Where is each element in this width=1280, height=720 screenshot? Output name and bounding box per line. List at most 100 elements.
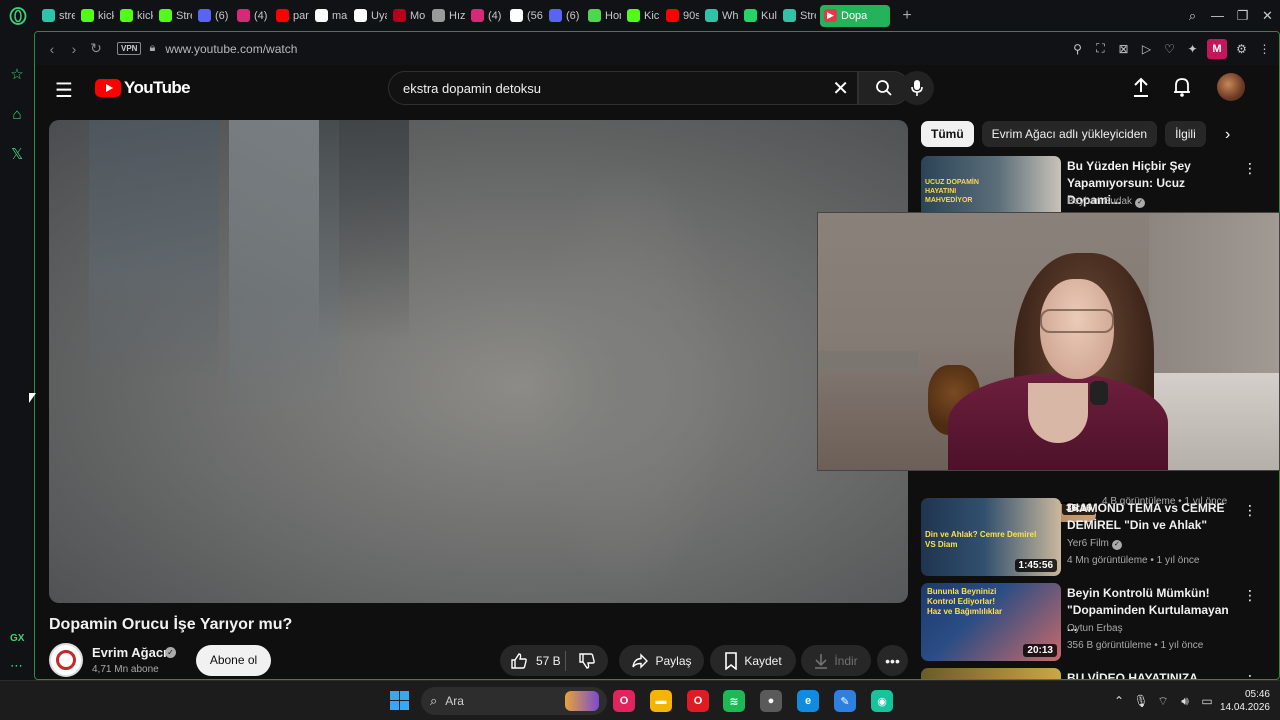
easy-setup-icon[interactable]: ⚙ — [1233, 42, 1250, 56]
lock-icon[interactable]: 🔒︎ — [149, 42, 155, 55]
video-thumbnail[interactable]: Din ve Ahlak? Cemre Demirel VS Diam 1:45… — [921, 498, 1061, 576]
browser-tab[interactable]: 90s — [660, 0, 699, 31]
steam-app[interactable]: ● — [760, 690, 782, 712]
browser-tab[interactable]: Hızl — [426, 0, 465, 31]
browser-tab[interactable]: Mo — [387, 0, 426, 31]
close-window-button[interactable]: ✕ — [1255, 8, 1280, 24]
block-icon[interactable]: ⊠ — [1115, 42, 1132, 56]
browser-tab-active[interactable]: ▶ Dopa — [820, 4, 890, 27]
related-video[interactable]: BU VİDEO HAYATINIZA ŞÜKÜR ⋮ — [921, 668, 1261, 679]
hamburger-menu-icon[interactable]: ☰ — [55, 78, 73, 103]
youtube-logo[interactable]: YouTube — [95, 78, 191, 98]
more-vert-icon[interactable]: ⋮ — [1243, 672, 1257, 679]
reload-button[interactable]: ↻ — [85, 40, 107, 57]
chevron-right-icon[interactable]: › — [1225, 126, 1230, 144]
browser-tab[interactable]: (6) I — [192, 0, 231, 31]
gaming-icon[interactable]: ⌂ — [8, 105, 26, 123]
paint-app[interactable]: ✎ — [834, 690, 856, 712]
chevron-up-icon[interactable]: ⌃ — [1108, 694, 1130, 708]
more-vert-icon[interactable]: ⋮ — [1243, 587, 1257, 604]
browser-tab[interactable]: Stre — [153, 0, 192, 31]
video-thumbnail[interactable]: Bununla Beyninizi Kontrol Ediyorlar! Haz… — [921, 583, 1061, 661]
related-video-title[interactable]: DIAMOND TEMA vs CEMRE DEMİREL "Din ve Ah… — [1067, 500, 1237, 534]
maximize-button[interactable]: ❐ — [1230, 8, 1255, 24]
chip-related[interactable]: İlgili — [1165, 121, 1206, 147]
browser-tab[interactable]: Uya — [348, 0, 387, 31]
related-video[interactable]: Din ve Ahlak? Cemre Demirel VS Diam 1:45… — [921, 498, 1261, 578]
related-video[interactable]: Bununla Beyninizi Kontrol Ediyorlar! Haz… — [921, 583, 1261, 663]
file-explorer-app[interactable]: ▬ — [650, 690, 672, 712]
microphone-icon[interactable]: 🎙︎ — [1130, 694, 1152, 708]
chip-from-channel[interactable]: Evrim Ağacı adlı yükleyiciden — [981, 121, 1158, 147]
extensions-icon[interactable]: ✦ — [1184, 42, 1201, 56]
new-tab-button[interactable]: + — [894, 7, 920, 25]
x-twitter-icon[interactable]: 𝕏 — [8, 145, 26, 163]
taskbar-search[interactable]: ⌕ Ara — [421, 687, 607, 715]
more-actions-button[interactable]: ••• — [877, 645, 908, 676]
dislike-button[interactable] — [566, 652, 608, 670]
more-icon[interactable]: ⋯ — [10, 658, 23, 674]
browser-tab[interactable]: Kul — [738, 0, 777, 31]
opera-app[interactable]: O — [687, 690, 709, 712]
back-button[interactable]: ‹ — [41, 41, 63, 57]
gx-corner-label[interactable]: GX — [10, 633, 24, 644]
clock[interactable]: 05:46 14.04.2026 — [1218, 688, 1280, 714]
browser-tab[interactable]: Wh — [699, 0, 738, 31]
browser-tab[interactable]: stre — [36, 0, 75, 31]
browser-tab[interactable]: Hor — [582, 0, 621, 31]
browser-tab[interactable]: Stre — [777, 0, 816, 31]
notifications-button[interactable] — [1172, 76, 1192, 103]
search-tabs-icon[interactable]: ⌕ — [1180, 8, 1205, 24]
search-input[interactable]: ekstra dopamin detoksu ✕ — [388, 71, 858, 105]
menu-dots-icon[interactable]: ⋮ — [1256, 42, 1273, 56]
channel-name[interactable]: Evrim Ağacı — [92, 645, 167, 660]
pin-icon[interactable]: ⚲ — [1069, 42, 1086, 56]
like-button[interactable]: 57 B — [500, 650, 566, 671]
browser-tab[interactable]: mar — [309, 0, 348, 31]
volume-icon[interactable]: 🔊︎ — [1174, 694, 1196, 709]
twitch-studio-app[interactable]: ◉ — [871, 690, 893, 712]
browser-tab[interactable]: (56) — [504, 0, 543, 31]
channel-avatar[interactable] — [49, 643, 83, 677]
voice-search-button[interactable] — [900, 71, 934, 105]
edge-app[interactable]: e — [797, 690, 819, 712]
video-player[interactable] — [49, 120, 908, 603]
spotify-app[interactable]: ≋ — [723, 690, 745, 712]
browser-tab[interactable]: (4) I — [231, 0, 270, 31]
vpn-badge[interactable]: VPN — [117, 42, 142, 55]
opera-gx-app[interactable]: O — [613, 690, 635, 712]
heart-icon[interactable]: ♡ — [1161, 42, 1178, 56]
player-icon[interactable]: ▷ — [1138, 42, 1155, 56]
browser-tab[interactable]: kick — [114, 0, 153, 31]
video-thumbnail[interactable] — [921, 668, 1061, 679]
wifi-icon[interactable]: ⌔ — [1152, 694, 1174, 709]
star-icon[interactable]: ☆ — [8, 65, 26, 83]
tab-label: Hor — [605, 9, 621, 22]
share-button[interactable]: Paylaş — [619, 645, 704, 676]
windows-start-button[interactable] — [390, 691, 409, 710]
url-field[interactable]: www.youtube.com/watch — [165, 42, 297, 56]
clear-search-icon[interactable]: ✕ — [832, 76, 849, 101]
forward-button[interactable]: › — [63, 41, 85, 57]
download-button[interactable]: İndir — [801, 645, 871, 676]
save-button[interactable]: Kaydet — [710, 645, 796, 676]
more-vert-icon[interactable]: ⋮ — [1243, 160, 1257, 177]
related-video-title[interactable]: BU VİDEO HAYATINIZA ŞÜKÜR — [1067, 670, 1237, 679]
minimize-button[interactable]: — — [1205, 8, 1230, 23]
create-upload-button[interactable] — [1131, 76, 1151, 103]
chip-all[interactable]: Tümü — [921, 121, 974, 147]
browser-tab[interactable]: (4) I — [465, 0, 504, 31]
browser-tab[interactable]: kick — [75, 0, 114, 31]
subscribe-button[interactable]: Abone ol — [196, 645, 271, 676]
browser-tab[interactable]: (6) I — [543, 0, 582, 31]
profile-avatar[interactable]: M — [1207, 38, 1227, 59]
search-query-text[interactable]: ekstra dopamin detoksu — [403, 81, 541, 96]
snapshot-icon[interactable]: ⛶ — [1092, 41, 1109, 56]
battery-icon[interactable]: ▭ — [1196, 694, 1218, 708]
browser-tab[interactable]: Kick — [621, 0, 660, 31]
browser-tab[interactable]: pari — [270, 0, 309, 31]
browser-tab-strip: stre kick kick Stre (6) I (4) I pari mar Uya Mo Hı… — [0, 0, 1280, 31]
account-avatar[interactable] — [1217, 73, 1245, 101]
more-vert-icon[interactable]: ⋮ — [1243, 502, 1257, 519]
opera-gx-logo-icon[interactable] — [0, 0, 36, 31]
